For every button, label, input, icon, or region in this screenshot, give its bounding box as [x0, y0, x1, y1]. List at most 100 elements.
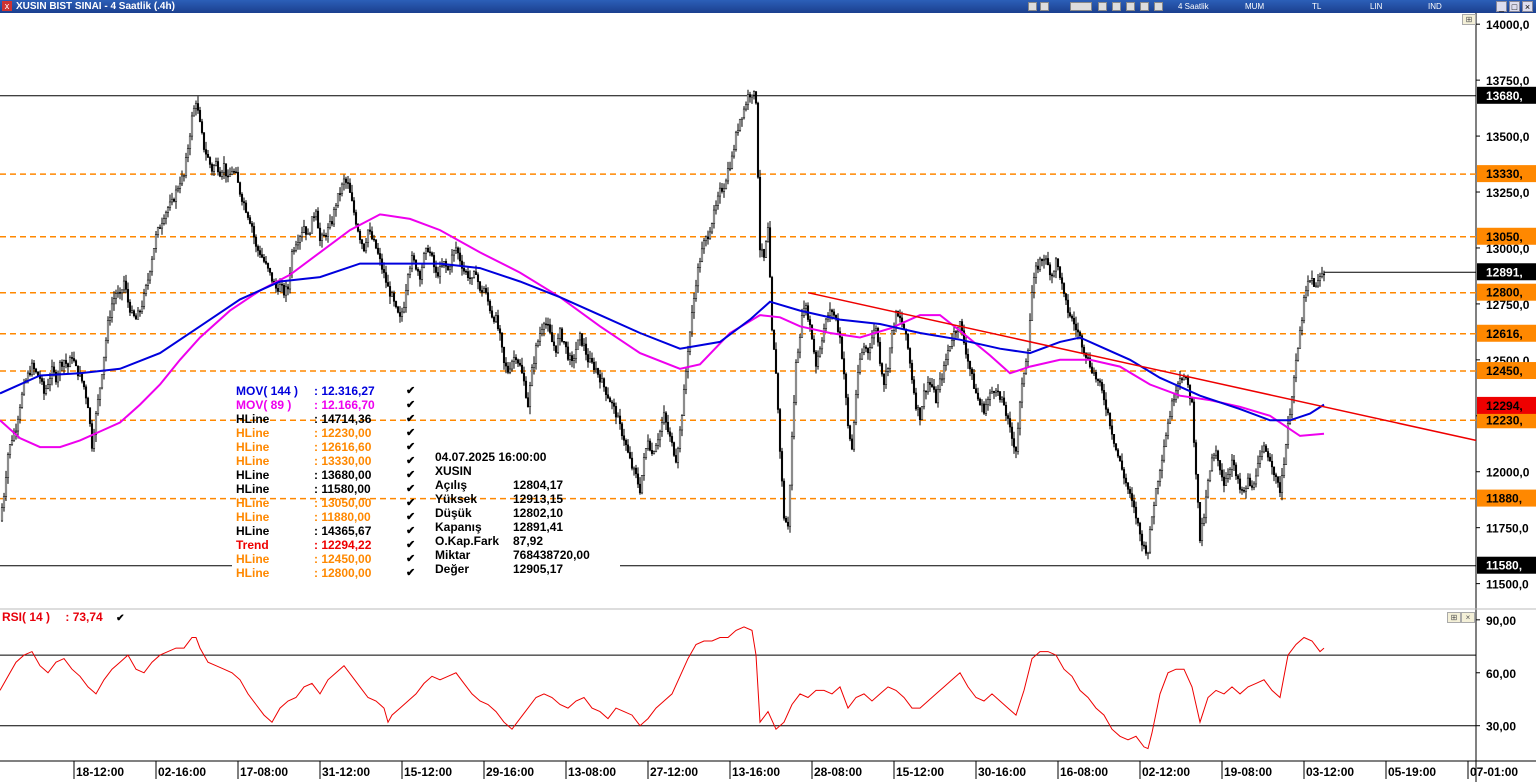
candle-body [542, 323, 546, 330]
candle-body [1074, 323, 1078, 331]
maximize-button[interactable]: □ [1509, 1, 1520, 12]
legend-check-icon[interactable]: ✔ [406, 412, 415, 426]
candle-body [1200, 523, 1204, 542]
candle-body [558, 328, 562, 339]
candle-body [262, 257, 266, 262]
candle-body [198, 110, 202, 122]
indicator-legend: MOV( 144 ): 12.316,27 ✔ MOV( 89 ): 12.166,… [236, 384, 416, 580]
candle-body [550, 332, 554, 343]
candle-body [560, 328, 564, 342]
candle-body [1210, 457, 1214, 472]
candle-body [188, 135, 192, 149]
candle-body [324, 235, 328, 237]
candle-body [172, 198, 176, 202]
legend-check-icon[interactable]: ✔ [406, 566, 415, 580]
candle-body [224, 163, 228, 177]
refresh-icon[interactable] [1126, 2, 1135, 11]
mov89-line [0, 213, 1325, 449]
candle-body [1294, 359, 1298, 379]
tools-icon[interactable] [1112, 2, 1121, 11]
rsi-check-icon[interactable]: ✔ [116, 613, 124, 624]
legend-check-icon[interactable]: ✔ [406, 426, 415, 440]
price-chart[interactable]: 14000,013750,013500,013250,013000,012750… [0, 13, 1536, 782]
candle-body [604, 386, 608, 395]
format-icon[interactable] [1070, 2, 1092, 11]
candle-body [252, 226, 256, 238]
candle-body [232, 171, 236, 173]
legend-check-icon[interactable]: ✔ [406, 510, 415, 524]
candle-body [136, 310, 140, 320]
candle-body [992, 391, 996, 393]
candle-body [600, 378, 604, 383]
candle-body [30, 362, 34, 376]
candle-body [1246, 477, 1250, 489]
candle-body [502, 346, 506, 364]
candle-body [1066, 299, 1070, 313]
candle-body [1292, 377, 1296, 398]
candle-body [428, 251, 432, 254]
minimize-button[interactable]: _ [1496, 1, 1507, 12]
tab-scale[interactable]: LIN [1370, 1, 1382, 12]
candle-body [194, 103, 198, 109]
candle-body [652, 451, 656, 454]
candle-body [1238, 478, 1242, 490]
legend-check-icon[interactable]: ✔ [406, 552, 415, 566]
settings-icon[interactable] [1154, 2, 1163, 11]
tab-period[interactable]: 4 Saatlik [1178, 1, 1209, 12]
candle-body [526, 397, 530, 408]
legend-name: MOV( 144 ) [236, 384, 299, 398]
candle-body [74, 360, 78, 367]
candle-body [144, 285, 148, 294]
legend-check-icon[interactable]: ✔ [406, 398, 415, 412]
candle-body [982, 403, 986, 414]
candle-body [64, 360, 68, 364]
x-tick-label: 02-16:00 [158, 765, 206, 779]
candle-body [562, 341, 566, 343]
candle-body [254, 236, 258, 247]
print-icon[interactable] [1040, 2, 1049, 11]
legend-name: HLine [236, 566, 270, 580]
candle-body [132, 310, 136, 316]
tab-currency[interactable]: TL [1312, 1, 1321, 12]
legend-check-icon[interactable]: ✔ [406, 538, 415, 552]
tab-indicators[interactable]: IND [1428, 1, 1442, 12]
legend-check-icon[interactable]: ✔ [406, 454, 415, 468]
rsi-panel-close-icon[interactable]: × [1461, 612, 1475, 623]
candle-body [862, 346, 866, 353]
candle-body [774, 349, 778, 374]
candle-body [50, 366, 54, 379]
candle-body [908, 348, 912, 364]
candle-body [1182, 376, 1186, 381]
tab-chart-type[interactable]: MUM [1245, 1, 1264, 12]
candle-body [1260, 451, 1264, 457]
candle-body [726, 168, 730, 182]
candle-body [608, 397, 612, 403]
save-icon[interactable] [1028, 2, 1037, 11]
legend-check-icon[interactable]: ✔ [406, 524, 415, 538]
draw-icon[interactable] [1140, 2, 1149, 11]
candle-body [810, 324, 814, 340]
rsi-label: RSI( 14 ) [2, 610, 51, 624]
candle-body [840, 337, 844, 359]
legend-check-icon[interactable]: ✔ [406, 482, 415, 496]
candle-body [552, 341, 556, 346]
zoom-icon[interactable] [1098, 2, 1107, 11]
legend-check-icon[interactable]: ✔ [406, 440, 415, 454]
hline-badge-label: 12230, [1486, 413, 1523, 427]
candle-body [670, 436, 674, 443]
candle-body [206, 153, 210, 158]
legend-check-icon[interactable]: ✔ [406, 496, 415, 510]
rsi-panel-menu-icon[interactable]: ⊞ [1447, 612, 1461, 623]
candle-body [594, 368, 598, 370]
candle-body [244, 202, 248, 213]
candle-body [860, 352, 864, 360]
legend-check-icon[interactable]: ✔ [406, 468, 415, 482]
candle-body [202, 132, 206, 150]
close-button[interactable]: × [1522, 1, 1533, 12]
legend-check-icon[interactable]: ✔ [406, 384, 415, 398]
panel-menu-icon[interactable]: ⊞ [1462, 14, 1476, 25]
candle-body [926, 382, 930, 393]
candle-body [112, 298, 116, 305]
candle-body [62, 360, 66, 367]
candle-body [416, 268, 420, 272]
